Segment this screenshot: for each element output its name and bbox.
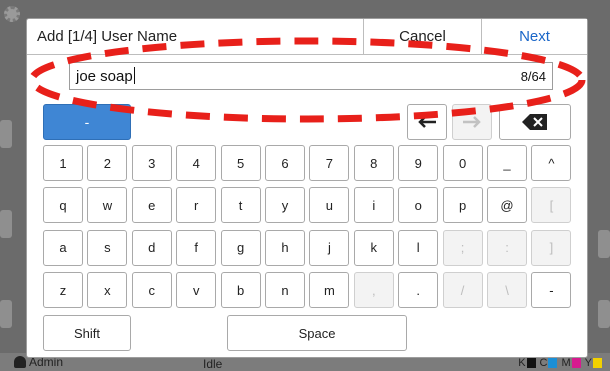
input-value: joe soap bbox=[76, 67, 135, 85]
key-row1-9[interactable]: 0 bbox=[442, 145, 483, 181]
key-row4-7[interactable]: , bbox=[353, 272, 394, 309]
key-row2-5[interactable]: y bbox=[265, 187, 305, 224]
key-row2-3[interactable]: r bbox=[176, 187, 217, 224]
side-tab bbox=[598, 300, 610, 328]
key-row4-1[interactable]: x bbox=[87, 272, 128, 309]
key-row4-11[interactable]: - bbox=[531, 272, 572, 309]
key-row3-4[interactable]: g bbox=[220, 229, 261, 266]
key-row1-4[interactable]: 5 bbox=[220, 145, 261, 181]
key-row3-9[interactable]: ; bbox=[442, 229, 483, 266]
key-row4-6[interactable]: m bbox=[309, 272, 350, 309]
space-key[interactable]: Space bbox=[227, 315, 407, 351]
toner-swatch-icon bbox=[548, 358, 558, 368]
key-row2-11[interactable]: [ bbox=[531, 187, 572, 224]
key-row2-0[interactable]: q bbox=[43, 187, 83, 224]
keyboard-dialog: Add [1/4] User Name Cancel Next joe soap… bbox=[26, 18, 588, 358]
toner-c: C bbox=[540, 357, 558, 369]
side-tab bbox=[0, 300, 12, 328]
character-counter: 8/64 bbox=[520, 69, 546, 84]
cursor-right-key[interactable] bbox=[452, 104, 492, 140]
key-row1-7[interactable]: 8 bbox=[353, 145, 394, 181]
key-row2-8[interactable]: o bbox=[398, 187, 439, 224]
status-text: Idle bbox=[203, 357, 223, 371]
user-name-input[interactable]: joe soap 8/64 bbox=[69, 62, 553, 90]
key-row2-10[interactable]: @ bbox=[487, 187, 527, 224]
key-row3-0[interactable]: a bbox=[43, 229, 83, 266]
key-row1-10[interactable]: _ bbox=[487, 145, 527, 181]
cursor-left-key[interactable] bbox=[407, 104, 447, 140]
key-row4-3[interactable]: v bbox=[176, 272, 217, 309]
key-row2-9[interactable]: p bbox=[442, 187, 483, 224]
key-row3-5[interactable]: h bbox=[265, 229, 305, 266]
toner-m: M bbox=[561, 357, 581, 369]
user-avatar-icon bbox=[14, 356, 26, 368]
dialog-header: Add [1/4] User Name Cancel Next bbox=[27, 19, 587, 55]
key-row1-2[interactable]: 3 bbox=[131, 145, 172, 181]
backspace-icon bbox=[522, 114, 547, 130]
key-row3-10[interactable]: : bbox=[487, 229, 527, 266]
key-row3-6[interactable]: j bbox=[309, 229, 350, 266]
toner-swatch-icon bbox=[571, 358, 581, 368]
cancel-button[interactable]: Cancel bbox=[363, 19, 481, 54]
side-tab bbox=[0, 120, 12, 148]
settings-gear-icon bbox=[4, 6, 20, 22]
toner-levels: KCMY bbox=[518, 357, 602, 369]
key-row1-0[interactable]: 1 bbox=[43, 145, 83, 181]
key-row3-8[interactable]: l bbox=[398, 229, 439, 266]
key-row2-2[interactable]: e bbox=[131, 187, 172, 224]
key-row3-3[interactable]: f bbox=[176, 229, 217, 266]
input-mode-key[interactable]: - bbox=[43, 104, 131, 140]
key-row4-9[interactable]: / bbox=[442, 272, 483, 309]
key-row2-4[interactable]: t bbox=[220, 187, 261, 224]
dialog-title: Add [1/4] User Name bbox=[37, 28, 178, 45]
key-row1-3[interactable]: 4 bbox=[176, 145, 217, 181]
side-tab bbox=[0, 210, 12, 238]
key-row4-2[interactable]: c bbox=[131, 272, 172, 309]
key-row3-7[interactable]: k bbox=[353, 229, 394, 266]
side-tab bbox=[598, 230, 610, 258]
toner-y: Y bbox=[585, 357, 602, 369]
arrow-right-icon bbox=[463, 116, 481, 128]
key-row1-5[interactable]: 6 bbox=[265, 145, 305, 181]
key-row2-1[interactable]: w bbox=[87, 187, 128, 224]
toner-swatch-icon bbox=[593, 358, 602, 368]
key-row2-7[interactable]: i bbox=[353, 187, 394, 224]
key-row1-6[interactable]: 7 bbox=[309, 145, 350, 181]
toner-swatch-icon bbox=[526, 358, 536, 368]
key-row1-11[interactable]: ^ bbox=[531, 145, 572, 181]
key-row4-0[interactable]: z bbox=[43, 272, 83, 309]
key-row1-8[interactable]: 9 bbox=[398, 145, 439, 181]
backspace-key[interactable] bbox=[499, 104, 571, 140]
text-caret bbox=[133, 67, 135, 84]
key-row4-8[interactable]: . bbox=[398, 272, 439, 309]
key-row4-10[interactable]: \ bbox=[487, 272, 527, 309]
next-button[interactable]: Next bbox=[481, 19, 587, 54]
key-row4-5[interactable]: n bbox=[265, 272, 305, 309]
key-row2-6[interactable]: u bbox=[309, 187, 350, 224]
key-row3-1[interactable]: s bbox=[87, 229, 128, 266]
arrow-left-icon bbox=[418, 116, 436, 128]
key-row4-4[interactable]: b bbox=[220, 272, 261, 309]
key-row3-11[interactable]: ] bbox=[531, 229, 572, 266]
key-row3-2[interactable]: d bbox=[131, 229, 172, 266]
toner-k: K bbox=[518, 357, 536, 369]
key-row1-1[interactable]: 2 bbox=[87, 145, 128, 181]
shift-key[interactable]: Shift bbox=[43, 315, 131, 351]
